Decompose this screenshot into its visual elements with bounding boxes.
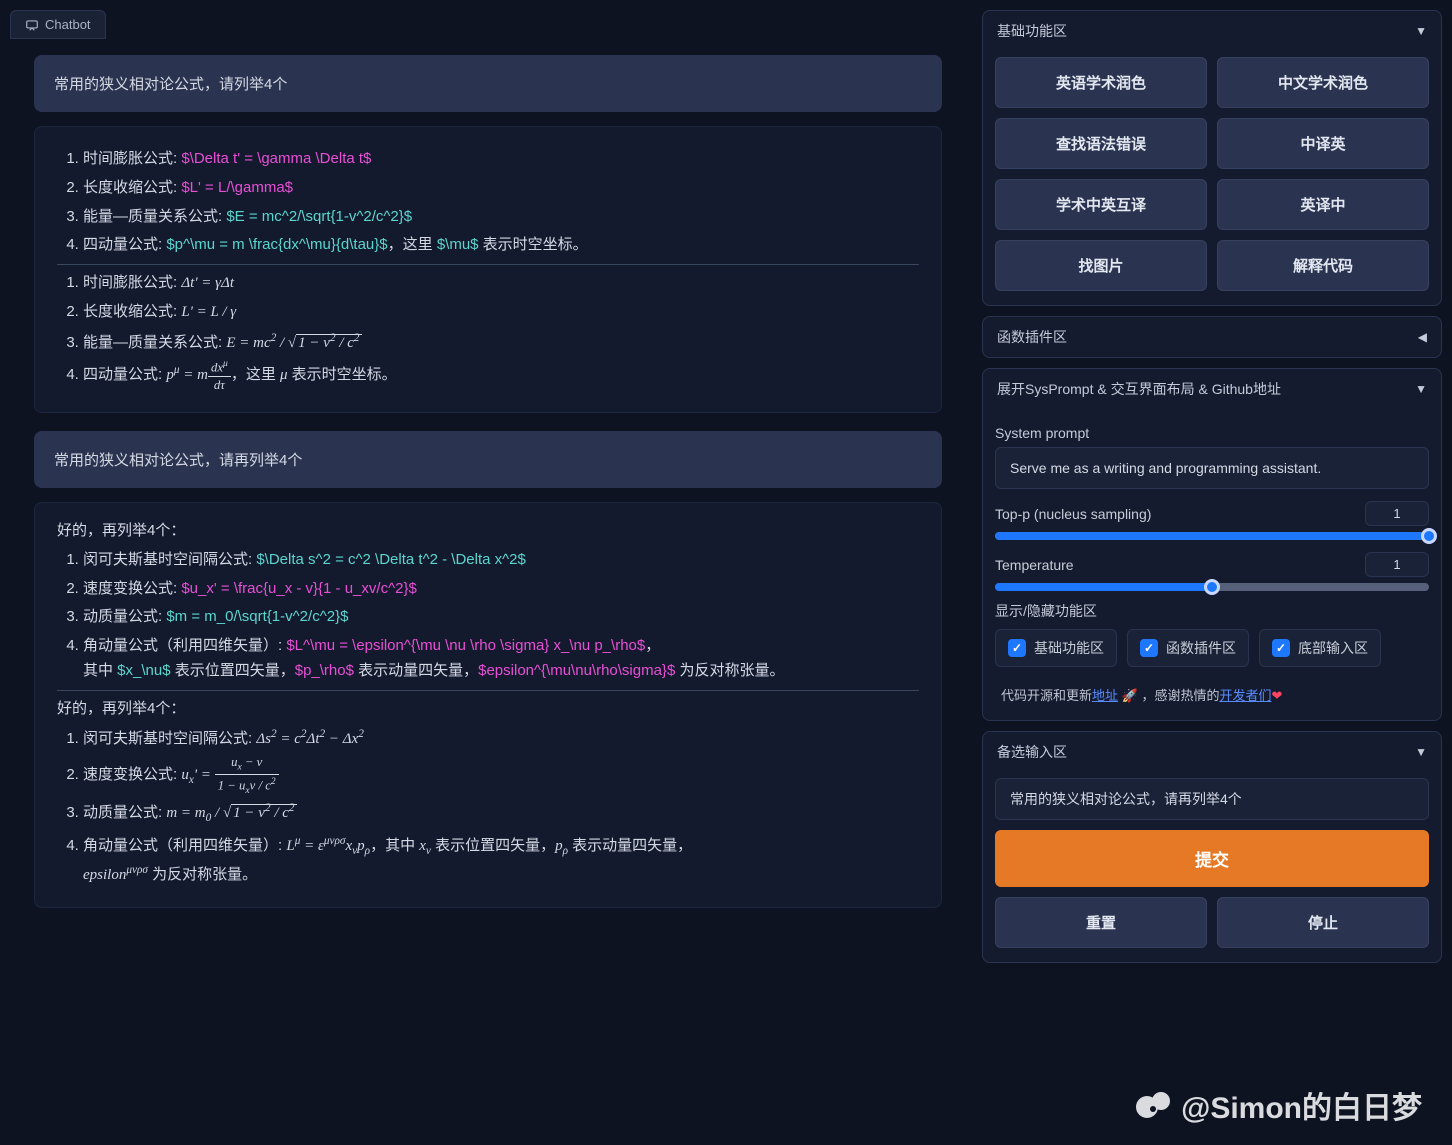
topp-slider[interactable] xyxy=(995,532,1429,540)
reset-button[interactable]: 重置 xyxy=(995,897,1207,948)
check-item-1[interactable]: ✓函数插件区 xyxy=(1127,629,1249,667)
panel-sysprompt: 展开SysPrompt & 交互界面布局 & Github地址 ▼ System… xyxy=(982,368,1442,721)
panel-basic: 基础功能区 ▼ 英语学术润色中文学术润色查找语法错误中译英学术中英互译英译中找图… xyxy=(982,10,1442,306)
temp-value[interactable]: 1 xyxy=(1365,552,1429,577)
panel-sysprompt-head[interactable]: 展开SysPrompt & 交互界面布局 & Github地址 ▼ xyxy=(983,369,1441,409)
raw-formula-list-2: 闵可夫斯基时空间隔公式: $\Delta s^2 = c^2 \Delta t^… xyxy=(57,548,919,684)
panel-altinput-head[interactable]: 备选输入区 ▼ xyxy=(983,732,1441,772)
chatbot-icon xyxy=(25,18,39,32)
basic-button-5[interactable]: 英译中 xyxy=(1217,179,1429,230)
check-item-2[interactable]: ✓底部输入区 xyxy=(1259,629,1381,667)
checkbox-icon: ✓ xyxy=(1272,639,1290,657)
rendered-formula-list-2: 闵可夫斯基时空间隔公式: Δs2 = c2Δt2 − Δx2 速度变换公式: u… xyxy=(57,725,919,887)
basic-button-2[interactable]: 查找语法错误 xyxy=(995,118,1207,169)
tab-chatbot[interactable]: Chatbot xyxy=(10,10,106,39)
heart-icon: ❤ xyxy=(1271,688,1282,703)
system-prompt-label: System prompt xyxy=(995,425,1429,441)
bot-message-1: 时间膨胀公式: $\Delta t' = \gamma \Delta t$ 长度… xyxy=(34,126,942,413)
temp-label: Temperature xyxy=(995,557,1074,573)
panel-plugins: 函数插件区 ◀ xyxy=(982,316,1442,358)
checkbox-icon: ✓ xyxy=(1008,639,1026,657)
panel-plugins-head[interactable]: 函数插件区 ◀ xyxy=(983,317,1441,357)
checkbox-icon: ✓ xyxy=(1140,639,1158,657)
panel-altinput: 备选输入区 ▼ 提交 重置 停止 xyxy=(982,731,1442,963)
temp-slider[interactable] xyxy=(995,583,1429,591)
tab-header: Chatbot xyxy=(10,10,970,39)
credit-line: 代码开源和更新地址 🚀 ，感谢热情的开发者们❤ xyxy=(995,681,1429,706)
basic-button-1[interactable]: 中文学术润色 xyxy=(1217,57,1429,108)
tab-label: Chatbot xyxy=(45,17,91,32)
chevron-left-icon: ◀ xyxy=(1418,330,1427,344)
alt-input[interactable] xyxy=(995,778,1429,820)
source-link[interactable]: 地址 xyxy=(1092,688,1118,703)
basic-button-6[interactable]: 找图片 xyxy=(995,240,1207,291)
toggle-label: 显示/隐藏功能区 xyxy=(995,601,1429,621)
chevron-down-icon: ▼ xyxy=(1415,382,1427,396)
system-prompt-input[interactable] xyxy=(995,447,1429,489)
devs-link[interactable]: 开发者们 xyxy=(1219,688,1271,703)
raw-formula-list: 时间膨胀公式: $\Delta t' = \gamma \Delta t$ 长度… xyxy=(57,147,919,258)
stop-button[interactable]: 停止 xyxy=(1217,897,1429,948)
check-item-0[interactable]: ✓基础功能区 xyxy=(995,629,1117,667)
panel-basic-head[interactable]: 基础功能区 ▼ xyxy=(983,11,1441,51)
bot-message-2: 好的，再列举4个： 闵可夫斯基时空间隔公式: $\Delta s^2 = c^2… xyxy=(34,502,942,908)
chevron-down-icon: ▼ xyxy=(1415,745,1427,759)
basic-button-4[interactable]: 学术中英互译 xyxy=(995,179,1207,230)
topp-label: Top-p (nucleus sampling) xyxy=(995,506,1151,522)
basic-button-0[interactable]: 英语学术润色 xyxy=(995,57,1207,108)
basic-button-3[interactable]: 中译英 xyxy=(1217,118,1429,169)
submit-button[interactable]: 提交 xyxy=(995,830,1429,887)
user-message-1: 常用的狭义相对论公式，请列举4个 xyxy=(34,55,942,112)
rendered-formula-list: 时间膨胀公式: Δt' = γΔt 长度收缩公式: L' = L / γ 能量—… xyxy=(57,271,919,392)
user-message-2: 常用的狭义相对论公式，请再列举4个 xyxy=(34,431,942,488)
basic-button-7[interactable]: 解释代码 xyxy=(1217,240,1429,291)
topp-value[interactable]: 1 xyxy=(1365,501,1429,526)
chevron-down-icon: ▼ xyxy=(1415,24,1427,38)
chat-area: 常用的狭义相对论公式，请列举4个 时间膨胀公式: $\Delta t' = \g… xyxy=(10,47,970,1135)
